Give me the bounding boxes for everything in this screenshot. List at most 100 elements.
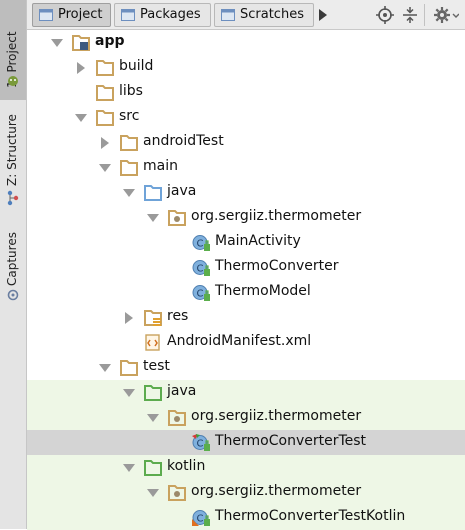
folder-icon — [120, 160, 138, 176]
tree-row[interactable]: org.sergiiz.thermometer — [27, 405, 465, 430]
expand-arrow-icon[interactable] — [51, 39, 63, 47]
folder-icon — [96, 85, 114, 101]
tree-item-label: res — [167, 308, 189, 324]
tree-row[interactable]: main — [27, 155, 465, 180]
captures-tool-tab[interactable]: Captures — [0, 226, 26, 306]
tree-row[interactable]: C MainActivity — [27, 230, 465, 255]
package-icon — [168, 410, 186, 426]
tree-row[interactable]: res — [27, 305, 465, 330]
svg-text:C: C — [197, 289, 204, 300]
expand-arrow-icon[interactable] — [75, 114, 87, 122]
resource-folder-icon — [144, 310, 162, 326]
tree-item-label: org.sergiiz.thermometer — [191, 408, 362, 424]
package-icon — [168, 485, 186, 501]
tree-item-label: src — [119, 108, 140, 124]
settings-gear-icon[interactable] — [433, 6, 459, 24]
tree-item-label: test — [143, 358, 170, 374]
tree-row[interactable]: C ThermoConverter — [27, 255, 465, 280]
tree-row[interactable]: build — [27, 55, 465, 80]
collapse-all-icon[interactable] — [401, 6, 419, 24]
tree-row[interactable]: java — [27, 180, 465, 205]
expand-arrow-icon[interactable] — [147, 489, 159, 497]
tree-row[interactable]: java — [27, 380, 465, 405]
tree-item-label: ThermoConverterTest — [215, 433, 367, 449]
collapse-arrow-icon[interactable] — [101, 137, 109, 149]
tree-item-label: org.sergiiz.thermometer — [191, 208, 362, 224]
toolbar-divider — [424, 4, 425, 26]
tree-item-label: main — [143, 158, 178, 174]
tree-row[interactable]: test — [27, 355, 465, 380]
source-folder-icon — [144, 185, 162, 201]
captures-tab-label: Captures — [5, 232, 19, 286]
class-icon: C — [192, 285, 210, 301]
tree-row[interactable]: C ThermoModel — [27, 280, 465, 305]
svg-text:C: C — [197, 239, 204, 250]
tree-row[interactable]: app — [27, 30, 465, 55]
tree-row[interactable]: androidTest — [27, 130, 465, 155]
tool-window-stripe: 1: Project Z: Structure Captures — [0, 0, 27, 529]
class-icon: C — [192, 260, 210, 276]
tab-scratches[interactable]: Scratches — [214, 3, 314, 27]
structure-tab-label: Z: Structure — [5, 114, 19, 186]
svg-text:C: C — [197, 514, 204, 525]
packages-view-icon — [121, 9, 135, 21]
scroll-from-source-icon[interactable] — [376, 6, 394, 24]
svg-text:C: C — [197, 264, 204, 275]
project-tool-tab[interactable]: 1: Project — [0, 0, 26, 100]
tree-item-label: libs — [119, 83, 143, 99]
tree-row[interactable]: C ThermoConverterTestKotlin — [27, 505, 465, 530]
folder-icon — [120, 360, 138, 376]
manifest-icon — [145, 334, 160, 351]
captures-icon — [7, 289, 19, 301]
tree-row[interactable]: kotlin — [27, 455, 465, 480]
project-tree: app build libs src androidTest main java org.se… — [27, 30, 465, 530]
structure-icon — [7, 190, 19, 206]
expand-arrow-icon[interactable] — [123, 189, 135, 197]
tree-item-label: app — [95, 33, 125, 49]
tree-item-label: org.sergiiz.thermometer — [191, 483, 362, 499]
tab-project[interactable]: Project — [32, 3, 111, 27]
tree-item-label: java — [167, 383, 197, 399]
tree-row[interactable]: C ThermoConverterTest — [27, 430, 465, 455]
tree-row[interactable]: org.sergiiz.thermometer — [27, 205, 465, 230]
tree-item-label: kotlin — [167, 458, 206, 474]
tree-row[interactable]: AndroidManifest.xml — [27, 330, 465, 355]
structure-tool-tab[interactable]: Z: Structure — [0, 108, 26, 218]
expand-arrow-icon[interactable] — [99, 164, 111, 172]
kotlin-test-icon: C — [192, 510, 210, 526]
expand-arrow-icon[interactable] — [99, 364, 111, 372]
folder-icon — [120, 135, 138, 151]
tree-item-label: AndroidManifest.xml — [167, 333, 312, 349]
test-class-icon: C — [192, 434, 210, 451]
tree-item-label: ThermoModel — [215, 283, 311, 299]
project-view-icon — [39, 9, 53, 21]
package-icon — [168, 210, 186, 226]
test-folder-icon — [144, 385, 162, 401]
tab-project-label: Project — [58, 7, 103, 22]
module-folder-icon — [72, 35, 90, 51]
expand-arrow-icon[interactable] — [123, 464, 135, 472]
expand-arrow-icon[interactable] — [147, 414, 159, 422]
test-folder-icon — [144, 460, 162, 476]
tree-row[interactable]: libs — [27, 80, 465, 105]
class-icon: C — [192, 235, 210, 251]
tree-item-label: androidTest — [143, 133, 224, 149]
folder-icon — [96, 110, 114, 126]
tree-row[interactable]: org.sergiiz.thermometer — [27, 480, 465, 505]
folder-icon — [96, 60, 114, 76]
expand-arrow-icon[interactable] — [123, 389, 135, 397]
tab-scratches-label: Scratches — [240, 7, 304, 22]
tree-item-label: ThermoConverterTestKotlin — [215, 508, 406, 524]
collapse-arrow-icon[interactable] — [125, 312, 133, 324]
tree-item-label: build — [119, 58, 154, 74]
tab-packages-label: Packages — [140, 7, 201, 22]
more-tabs-arrow-icon[interactable] — [319, 9, 327, 21]
tab-packages[interactable]: Packages — [114, 3, 211, 27]
tree-item-label: java — [167, 183, 197, 199]
tree-item-label: ThermoConverter — [215, 258, 339, 274]
collapse-arrow-icon[interactable] — [77, 62, 85, 74]
tree-item-label: MainActivity — [215, 233, 301, 249]
expand-arrow-icon[interactable] — [147, 214, 159, 222]
scratches-view-icon — [221, 9, 235, 21]
tree-row[interactable]: src — [27, 105, 465, 130]
